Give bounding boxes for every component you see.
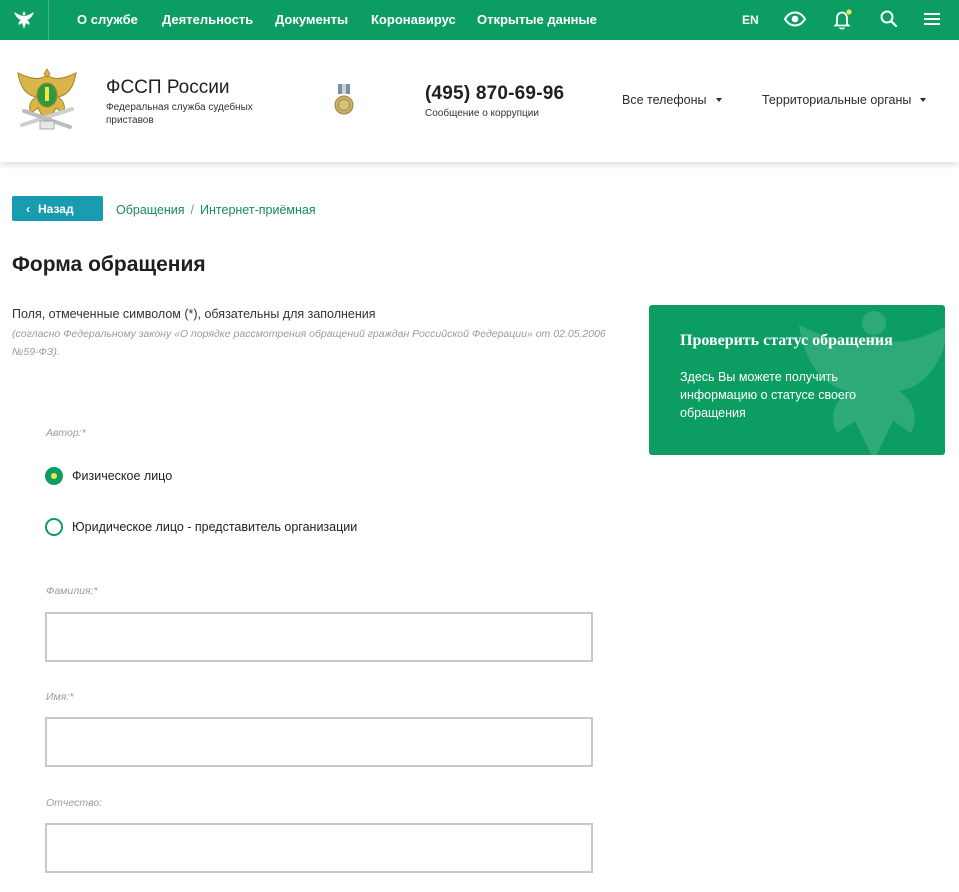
all-phones-label: Все телефоны [622,93,707,107]
back-button[interactable]: ‹ Назад [12,196,103,221]
chevron-left-icon: ‹ [26,201,30,216]
nav-link-open-data[interactable]: Открытые данные [477,12,597,27]
check-status-description: Здесь Вы можете получить информацию о ст… [680,370,857,420]
hamburger-menu-icon[interactable] [923,9,941,34]
language-switch[interactable]: EN [742,13,759,27]
first-name-label: Имя:* [46,691,74,703]
nav-link-documents[interactable]: Документы [275,12,348,27]
author-option-legal-entity[interactable]: Юридическое лицо - представитель организ… [45,518,357,536]
breadcrumb-item-internet-reception[interactable]: Интернет-приёмная [200,203,316,217]
radio-button[interactable] [45,518,63,536]
nav-link-coronavirus[interactable]: Коронавирус [371,12,456,27]
breadcrumb-item-appeals[interactable]: Обращения [116,203,185,217]
regional-offices-dropdown[interactable]: Территориальные органы [762,93,927,107]
bell-icon[interactable] [833,9,853,36]
chevron-down-icon [715,97,722,102]
all-phones-dropdown[interactable]: Все телефоны [622,93,722,107]
page-title: Форма обращения [12,253,206,276]
required-fields-note: Поля, отмеченные символом (*), обязатель… [12,307,376,321]
radio-label-legal-entity[interactable]: Юридическое лицо - представитель организ… [72,520,357,534]
surname-field[interactable] [45,612,593,662]
breadcrumb: Обращения / Интернет-приёмная [116,203,316,217]
org-full-name: Федеральная служба судебных приставов [106,102,253,126]
phone-caption: Сообщение о коррупции [425,108,539,119]
patronymic-label: Отчество: [46,797,103,809]
nav-link-activity[interactable]: Деятельность [162,12,253,27]
regional-offices-label: Территориальные органы [762,93,912,107]
eagle-emblem-icon[interactable] [0,0,49,40]
eye-icon[interactable] [783,9,807,34]
search-icon[interactable] [879,9,899,34]
org-name[interactable]: ФССП России [106,77,229,99]
surname-label: Фамилия:* [46,585,98,597]
radio-button-checked[interactable] [45,467,63,485]
site-header: ФССП России Федеральная служба судебных … [0,40,959,162]
nav-link-about[interactable]: О службе [77,12,138,27]
medal-icon [333,84,355,118]
radio-label-individual[interactable]: Физическое лицо [72,469,172,483]
check-status-title[interactable]: Проверить статус обращения [680,332,893,350]
top-navigation-bar: О службе Деятельность Документы Коронави… [0,0,959,40]
author-label: Автор:* [46,427,86,439]
back-button-label: Назад [38,201,74,216]
phone-number[interactable]: (495) 870-69-96 [425,83,564,105]
breadcrumb-separator: / [190,203,195,217]
check-status-card[interactable]: Проверить статус обращения Здесь Вы може… [649,305,945,455]
chevron-down-icon [920,97,927,102]
fssp-logo-icon[interactable] [14,65,80,137]
law-reference-note: (согласно Федеральному закону «О порядке… [12,328,606,358]
author-option-individual[interactable]: Физическое лицо [45,467,172,485]
first-name-field[interactable] [45,717,593,767]
patronymic-field[interactable] [45,823,593,873]
